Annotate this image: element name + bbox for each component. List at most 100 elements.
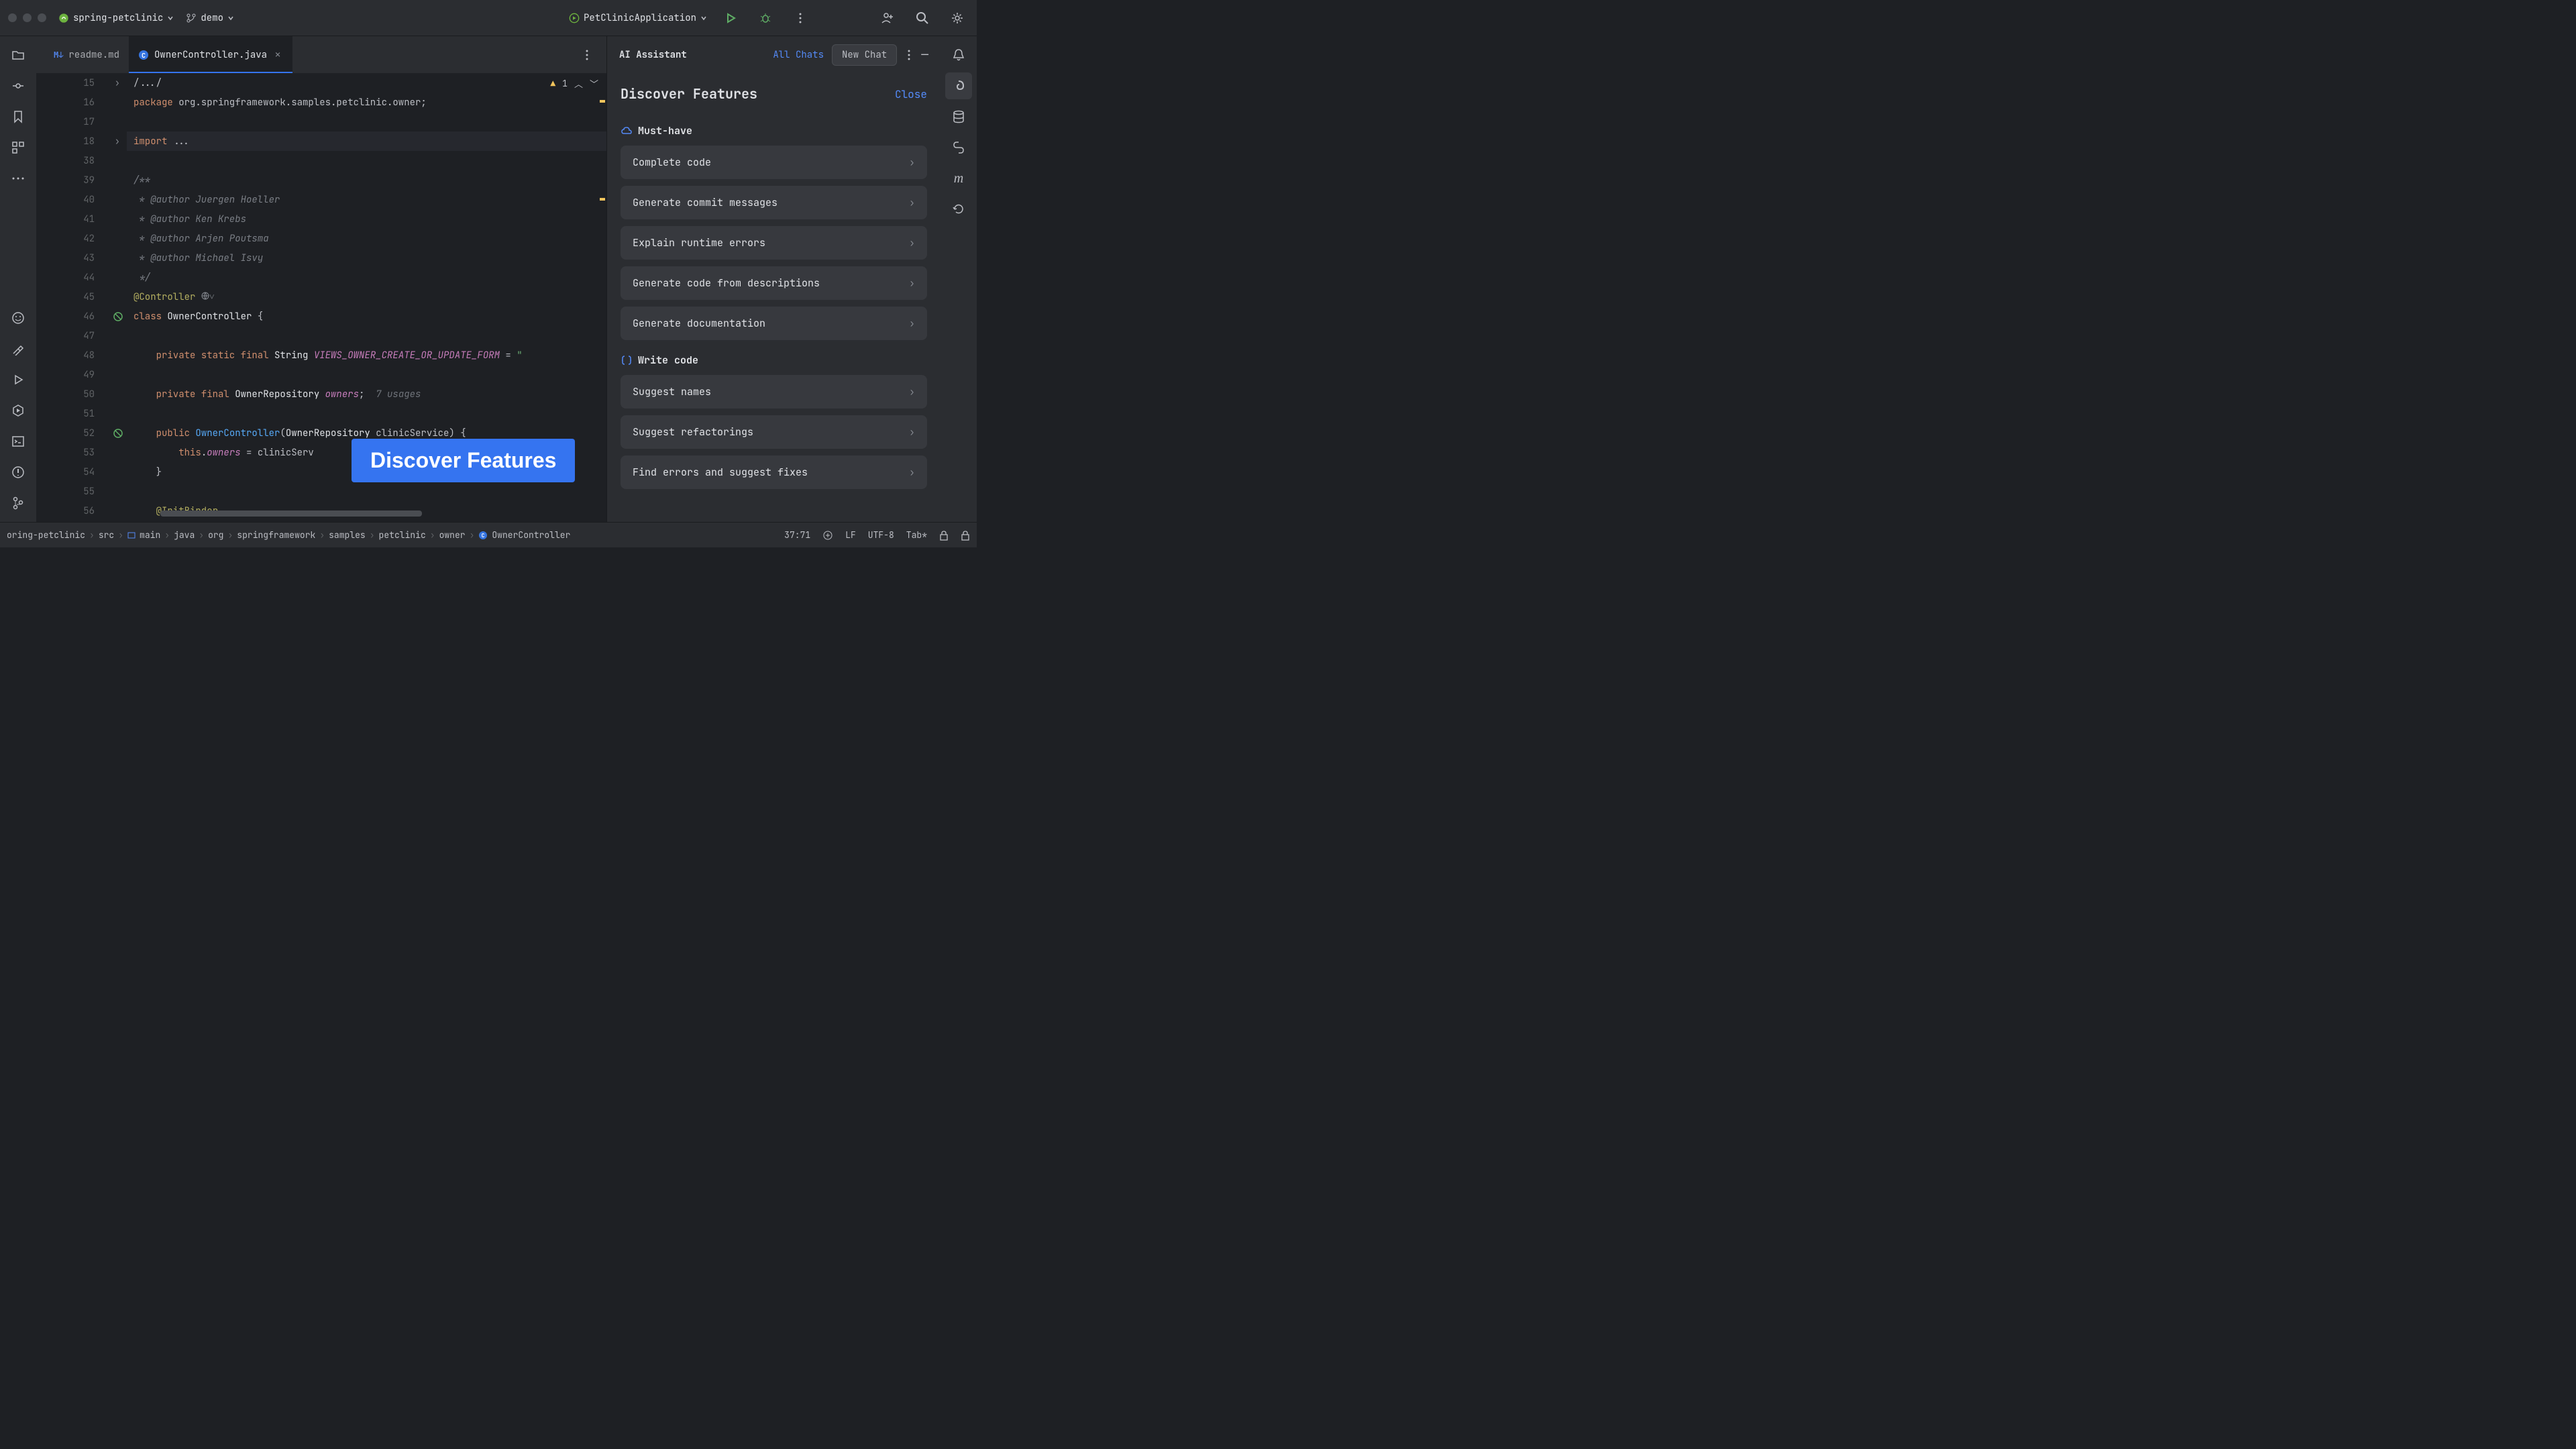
tab-close-button[interactable]: ✕ xyxy=(272,50,283,60)
bookmarks-tool-button[interactable] xyxy=(5,103,32,130)
debug-button[interactable] xyxy=(754,7,777,30)
minimize-window-icon[interactable] xyxy=(23,13,32,22)
breadcrumb-segment[interactable]: org xyxy=(208,529,223,541)
warning-marker[interactable] xyxy=(600,100,605,103)
code-line[interactable]: * @author Juergen Hoeller xyxy=(127,190,606,209)
more-actions-button[interactable] xyxy=(789,7,812,30)
feature-item[interactable]: Generate code from descriptions› xyxy=(621,266,927,300)
ai-assistant-button[interactable] xyxy=(945,72,972,99)
settings-button[interactable] xyxy=(946,7,969,30)
breadcrumb-segment[interactable]: samples xyxy=(329,529,366,541)
ai-close-link[interactable]: Close xyxy=(895,87,927,101)
editor[interactable]: 15›161718›383940414243444546474849505152… xyxy=(36,73,606,522)
warning-marker[interactable] xyxy=(600,198,605,201)
readonly-icon[interactable] xyxy=(939,530,949,541)
gutter-run-icon[interactable] xyxy=(113,429,123,438)
code-line[interactable]: class OwnerController { xyxy=(127,307,606,326)
breadcrumb-segment[interactable]: java xyxy=(174,529,195,541)
run-config-selector[interactable]: PetClinicApplication xyxy=(569,12,707,24)
line-ending[interactable]: LF xyxy=(845,529,856,541)
build-tool-button[interactable] xyxy=(5,335,32,362)
more-tools-button[interactable] xyxy=(5,165,32,192)
code-line[interactable]: private static final String VIEWS_OWNER_… xyxy=(127,345,606,365)
terminal-tool-button[interactable] xyxy=(5,428,32,455)
branch-selector[interactable]: demo xyxy=(186,12,234,24)
horizontal-scrollbar[interactable] xyxy=(160,511,422,517)
breadcrumb-segment[interactable]: main xyxy=(127,529,160,541)
code-line[interactable]: /.../ xyxy=(127,73,606,93)
web-endpoint-icon[interactable]: ˅ xyxy=(195,291,214,303)
code-line[interactable] xyxy=(127,404,606,423)
all-chats-link[interactable]: All Chats xyxy=(773,49,824,61)
fold-toggle[interactable]: › xyxy=(115,77,120,89)
code-line[interactable]: */ xyxy=(127,268,606,287)
code-line[interactable]: * @author Ken Krebs xyxy=(127,209,606,229)
code-with-me-button[interactable] xyxy=(876,7,899,30)
warning-circle-icon xyxy=(11,466,25,479)
code-line[interactable]: package org.springframework.samples.petc… xyxy=(127,93,606,112)
endpoints-button[interactable] xyxy=(945,134,972,161)
line-separator-icon[interactable] xyxy=(822,530,833,541)
gutter-line: 44 xyxy=(36,268,127,287)
prev-highlight-button[interactable]: ︿ xyxy=(574,77,583,90)
cursor-position[interactable]: 37:71 xyxy=(784,529,810,541)
file-encoding[interactable]: UTF-8 xyxy=(868,529,894,541)
close-window-icon[interactable] xyxy=(8,13,17,22)
ai-more-button[interactable] xyxy=(905,50,913,60)
minimize-panel-button[interactable]: — xyxy=(921,47,928,62)
project-tool-button[interactable] xyxy=(5,42,32,68)
gutter-run-icon[interactable] xyxy=(113,312,123,321)
indent-setting[interactable]: Tab* xyxy=(906,529,927,541)
feature-item[interactable]: Generate documentation› xyxy=(621,307,927,340)
code-line[interactable]: * @author Arjen Poutsma xyxy=(127,229,606,248)
feature-item[interactable]: Explain runtime errors› xyxy=(621,226,927,260)
code-line[interactable] xyxy=(127,326,606,345)
commit-tool-button[interactable] xyxy=(5,72,32,99)
run-button[interactable] xyxy=(719,7,742,30)
breadcrumb-segment[interactable]: owner xyxy=(439,529,466,541)
chevron-right-icon: › xyxy=(909,317,915,330)
breadcrumb-segment[interactable]: oring-petclinic xyxy=(7,529,85,541)
database-button[interactable] xyxy=(945,103,972,130)
feature-item[interactable]: Suggest names› xyxy=(621,375,927,409)
search-button[interactable] xyxy=(911,7,934,30)
reload-button[interactable] xyxy=(945,196,972,223)
code-line[interactable]: * @author Michael Isvy xyxy=(127,248,606,268)
new-chat-button[interactable]: New Chat xyxy=(832,44,897,66)
feature-item[interactable]: Find errors and suggest fixes› xyxy=(621,455,927,489)
fold-toggle[interactable]: › xyxy=(115,136,120,148)
inspection-widget[interactable]: ▲ 1 ︿ ﹀ xyxy=(550,77,598,90)
problems-tool-button[interactable] xyxy=(5,459,32,486)
code-line[interactable]: import ... xyxy=(127,131,606,151)
breadcrumb-segment[interactable]: src xyxy=(99,529,114,541)
tab-readme[interactable]: M↓ readme.md xyxy=(44,36,129,73)
maximize-window-icon[interactable] xyxy=(38,13,46,22)
emoji-tool-button[interactable] xyxy=(5,305,32,331)
bug-icon xyxy=(759,12,771,24)
lock-icon[interactable] xyxy=(961,530,970,541)
project-selector[interactable]: spring-petclinic xyxy=(58,12,174,24)
feature-item[interactable]: Generate commit messages› xyxy=(621,186,927,219)
breadcrumb-segment[interactable]: springframework xyxy=(237,529,315,541)
maven-button[interactable]: m xyxy=(945,165,972,192)
structure-icon xyxy=(11,141,25,154)
code-line[interactable] xyxy=(127,482,606,501)
breadcrumb-segment[interactable]: COwnerController xyxy=(478,529,570,541)
code-line[interactable]: private final OwnerRepository owners; 7 … xyxy=(127,384,606,404)
notifications-button[interactable] xyxy=(945,42,972,68)
services-tool-button[interactable] xyxy=(5,397,32,424)
run-tool-button[interactable] xyxy=(5,366,32,393)
breadcrumb-segment[interactable]: petclinic xyxy=(379,529,426,541)
code-line[interactable] xyxy=(127,112,606,131)
code-line[interactable] xyxy=(127,365,606,384)
feature-item[interactable]: Suggest refactorings› xyxy=(621,415,927,449)
error-stripe[interactable] xyxy=(597,73,606,522)
code-line[interactable]: @Controller ˅ xyxy=(127,287,606,307)
tabs-more-button[interactable] xyxy=(576,44,598,66)
structure-tool-button[interactable] xyxy=(5,134,32,161)
tab-owner-controller[interactable]: C OwnerController.java ✕ xyxy=(129,36,292,73)
feature-item[interactable]: Complete code› xyxy=(621,146,927,179)
vcs-tool-button[interactable] xyxy=(5,490,32,517)
code-line[interactable] xyxy=(127,151,606,170)
code-line[interactable]: /** xyxy=(127,170,606,190)
